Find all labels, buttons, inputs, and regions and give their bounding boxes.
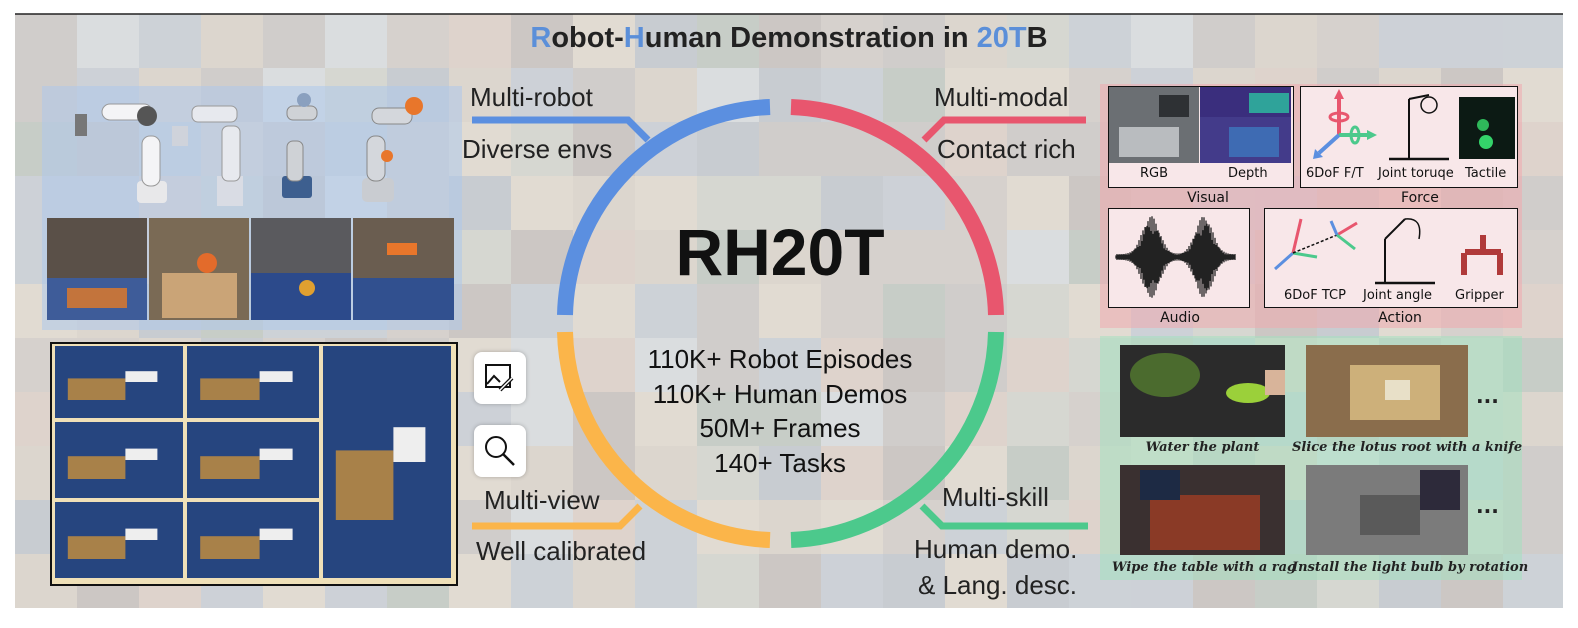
label-ft: 6DoF F/T [1306,166,1364,181]
label-multi-robot: Multi-robot [470,82,593,112]
label-multi-view: Multi-view [484,485,600,515]
label-rgb: RGB [1140,166,1169,181]
caption-wipe-table: Wipe the table with a rag [1112,560,1297,575]
label-diverse-envs: Diverse envs [462,134,613,164]
caption-install-bulb: Install the light bulb by rotation [1292,560,1529,575]
stat-frames: 50M+ Frames [699,413,861,443]
caption-water-plant: Water the plant [1145,440,1260,455]
audio-waveform [1115,216,1236,298]
label-visual: Visual [1187,190,1229,206]
label-audio: Audio [1160,310,1200,326]
label-multi-skill: Multi-skill [942,482,1049,512]
label-human-demo: Human demo. [914,534,1078,564]
figure: Robot-Human Demonstration in 20TB RH20T … [0,0,1578,628]
visual-images [1109,87,1291,163]
label-tcp: 6DoF TCP [1284,288,1346,303]
center-name: RH20T [675,215,885,289]
label-tactile: Tactile [1465,166,1507,181]
label-well-calibrated: Well calibrated [476,536,647,566]
label-contact-rich: Contact rich [937,134,1076,164]
stat-human-demos: 110K+ Human Demos [652,378,908,409]
stat-robot-episodes: 110K+ Robot Episodes [647,344,913,374]
label-multi-modal: Multi-modal [934,82,1069,112]
action-illustration [1274,218,1503,285]
center-stats: 110K+ Robot Episodes 110K+ Human Demos 5… [580,342,980,480]
ellipsis-top: ... [1476,384,1499,408]
label-joint-angle: Joint angle [1363,288,1432,303]
label-depth: Depth [1228,166,1268,181]
caption-slice-lotus: Slice the lotus root with a knife [1292,440,1523,455]
label-lang-desc: & Lang. desc. [918,570,1077,600]
label-gripper: Gripper [1455,288,1504,303]
label-joint-torque: Joint toruqe [1378,166,1454,181]
stat-tasks: 140+ Tasks [714,447,846,478]
label-action: Action [1378,310,1422,326]
ellipsis-bottom: ... [1476,494,1499,518]
label-force: Force [1401,190,1439,206]
